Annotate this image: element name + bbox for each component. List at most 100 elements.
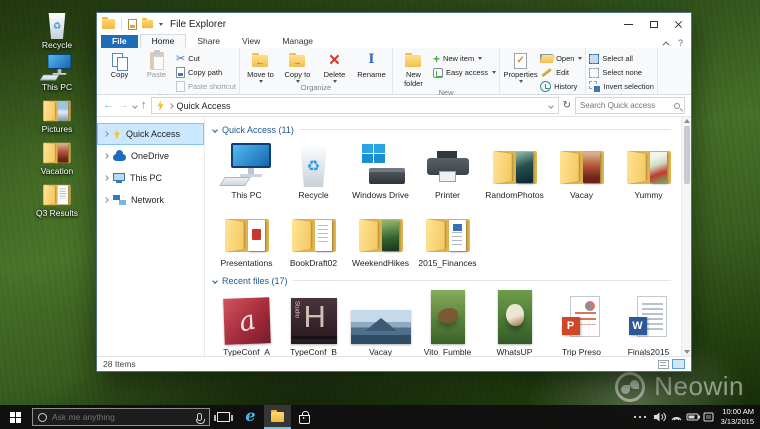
maximize-button[interactable] <box>641 13 666 35</box>
scrollbar[interactable] <box>681 117 691 356</box>
close-button[interactable] <box>666 13 691 35</box>
group-label: Organize <box>243 83 389 94</box>
search-box[interactable] <box>575 97 685 114</box>
scrollbar-thumb[interactable] <box>684 126 690 184</box>
paste-button[interactable]: Paste <box>139 50 174 80</box>
tab-home[interactable]: Home <box>140 34 187 48</box>
file-item[interactable]: Vacay <box>347 288 414 356</box>
file-item[interactable]: WeekendHikes <box>347 205 414 268</box>
tab-view[interactable]: View <box>231 35 271 48</box>
file-item[interactable]: Vito_Fumble <box>414 288 481 356</box>
expander-icon[interactable] <box>103 175 109 181</box>
tab-share[interactable]: Share <box>186 35 231 48</box>
copy-path-button[interactable]: Copy path <box>176 66 236 79</box>
new-folder-qat-icon[interactable] <box>142 20 153 29</box>
group-header-recent-files[interactable]: Recent files (17) <box>213 273 681 288</box>
desktop-icon-vacation[interactable]: Vacation <box>26 134 88 176</box>
file-item[interactable]: Presentations <box>213 205 280 268</box>
file-item-label: 2015_Finances <box>418 258 476 268</box>
history-button[interactable]: History <box>540 80 582 93</box>
select-none-button[interactable]: Select none <box>589 66 653 79</box>
copy-button[interactable]: Copy <box>102 50 137 80</box>
tab-file[interactable]: File <box>101 35 138 48</box>
divider <box>121 18 122 30</box>
back-button[interactable]: ← <box>103 100 114 111</box>
sidebar-item-quick-access[interactable]: Quick Access <box>97 123 204 145</box>
recent-locations-caret-icon[interactable] <box>132 103 138 109</box>
file-item[interactable]: aTypeConf_A <box>213 288 280 356</box>
file-item[interactable]: Printer <box>414 137 481 200</box>
task-view-button[interactable] <box>210 405 237 429</box>
new-folder-button[interactable]: New folder <box>396 50 431 88</box>
forward-button[interactable]: → <box>118 100 129 111</box>
internet-explorer-button[interactable] <box>237 405 264 429</box>
invert-selection-button[interactable]: Invert selection <box>589 80 653 93</box>
title-bar[interactable]: File Explorer <box>97 13 691 35</box>
delete-button[interactable]: Delete <box>317 50 352 83</box>
store-button[interactable] <box>291 405 318 429</box>
file-item[interactable]: Vacay <box>548 137 615 200</box>
expander-icon[interactable] <box>103 197 109 203</box>
start-button[interactable] <box>0 405 30 429</box>
minimize-ribbon-icon[interactable] <box>663 41 670 48</box>
breadcrumb-location[interactable]: Quick Access <box>177 101 231 111</box>
sidebar-item-this-pc[interactable]: This PC <box>97 167 204 189</box>
tray-icons[interactable] <box>631 410 715 424</box>
minimize-button[interactable] <box>616 13 641 35</box>
easy-access-button[interactable]: Easy access <box>433 66 496 79</box>
file-item[interactable]: Windows Drive <box>347 137 414 200</box>
group-header-quick-access[interactable]: Quick Access (11) <box>213 122 681 137</box>
expander-icon[interactable] <box>103 131 109 137</box>
cortana-search-box[interactable] <box>32 408 210 426</box>
file-item[interactable]: WFinals2015 <box>615 288 681 356</box>
details-view-icon[interactable] <box>658 360 669 369</box>
new-item-button[interactable]: New item <box>433 52 496 65</box>
scroll-up-icon[interactable] <box>684 119 690 123</box>
desktop-icon-recycle[interactable]: Recycle <box>26 8 88 50</box>
search-input[interactable] <box>580 101 671 110</box>
help-button[interactable]: ? <box>678 38 683 48</box>
rename-button[interactable]: Rename <box>354 50 389 80</box>
thumbnails-view-icon[interactable] <box>672 359 685 369</box>
expander-icon[interactable] <box>103 153 109 159</box>
properties-button[interactable]: Properties <box>503 50 538 83</box>
taskbar-clock[interactable]: 10:00 AM 3/13/2015 <box>721 407 754 427</box>
qat-customize-caret-icon[interactable] <box>159 23 163 26</box>
copy-to-button[interactable]: →Copy to <box>280 50 315 83</box>
plus-icon <box>433 52 440 66</box>
file-item[interactable]: Recycle <box>280 137 347 200</box>
desktop-icon-pictures[interactable]: Pictures <box>26 92 88 134</box>
wireless-icon <box>672 418 681 420</box>
select-all-button[interactable]: Select all <box>589 52 653 65</box>
file-explorer-button[interactable] <box>264 405 291 429</box>
microphone-icon[interactable] <box>197 413 202 421</box>
address-dropdown-icon[interactable] <box>548 103 554 109</box>
breadcrumb[interactable]: Quick Access <box>151 97 559 114</box>
sidebar-item-network[interactable]: Network <box>97 189 204 211</box>
file-item[interactable]: RandomPhotos <box>481 137 548 200</box>
file-item[interactable]: PTrip Preso <box>548 288 615 356</box>
edit-button[interactable]: Edit <box>540 66 582 79</box>
sidebar-item-onedrive[interactable]: OneDrive <box>97 145 204 167</box>
file-item[interactable]: Yummy <box>615 137 681 200</box>
paste-shortcut-button[interactable]: Paste shortcut <box>176 80 236 93</box>
file-item[interactable]: StudioHTypeConf_B <box>280 288 347 356</box>
desktop-icon-this-pc[interactable]: This PC <box>26 50 88 92</box>
refresh-icon[interactable]: ↻ <box>563 100 571 111</box>
tab-manage[interactable]: Manage <box>271 35 324 48</box>
taskbar-search-input[interactable] <box>52 412 192 422</box>
collapse-group-icon[interactable] <box>212 278 218 284</box>
file-item[interactable]: 2015_Finances <box>414 205 481 268</box>
file-item[interactable]: BookDraft02 <box>280 205 347 268</box>
properties-qat-icon[interactable] <box>128 19 137 30</box>
file-item[interactable]: This PC <box>213 137 280 200</box>
file-item[interactable]: WhatsUP <box>481 288 548 356</box>
vacation-folder-icon <box>42 140 72 165</box>
cut-button[interactable]: Cut <box>176 52 236 65</box>
up-button[interactable]: ↑ <box>141 100 147 111</box>
desktop-icon-q3-results[interactable]: Q3 Results <box>26 176 88 218</box>
collapse-group-icon[interactable] <box>212 127 218 133</box>
open-button[interactable]: Open <box>540 52 582 65</box>
scroll-down-icon[interactable] <box>684 350 690 354</box>
move-to-button[interactable]: ←Move to <box>243 50 278 83</box>
